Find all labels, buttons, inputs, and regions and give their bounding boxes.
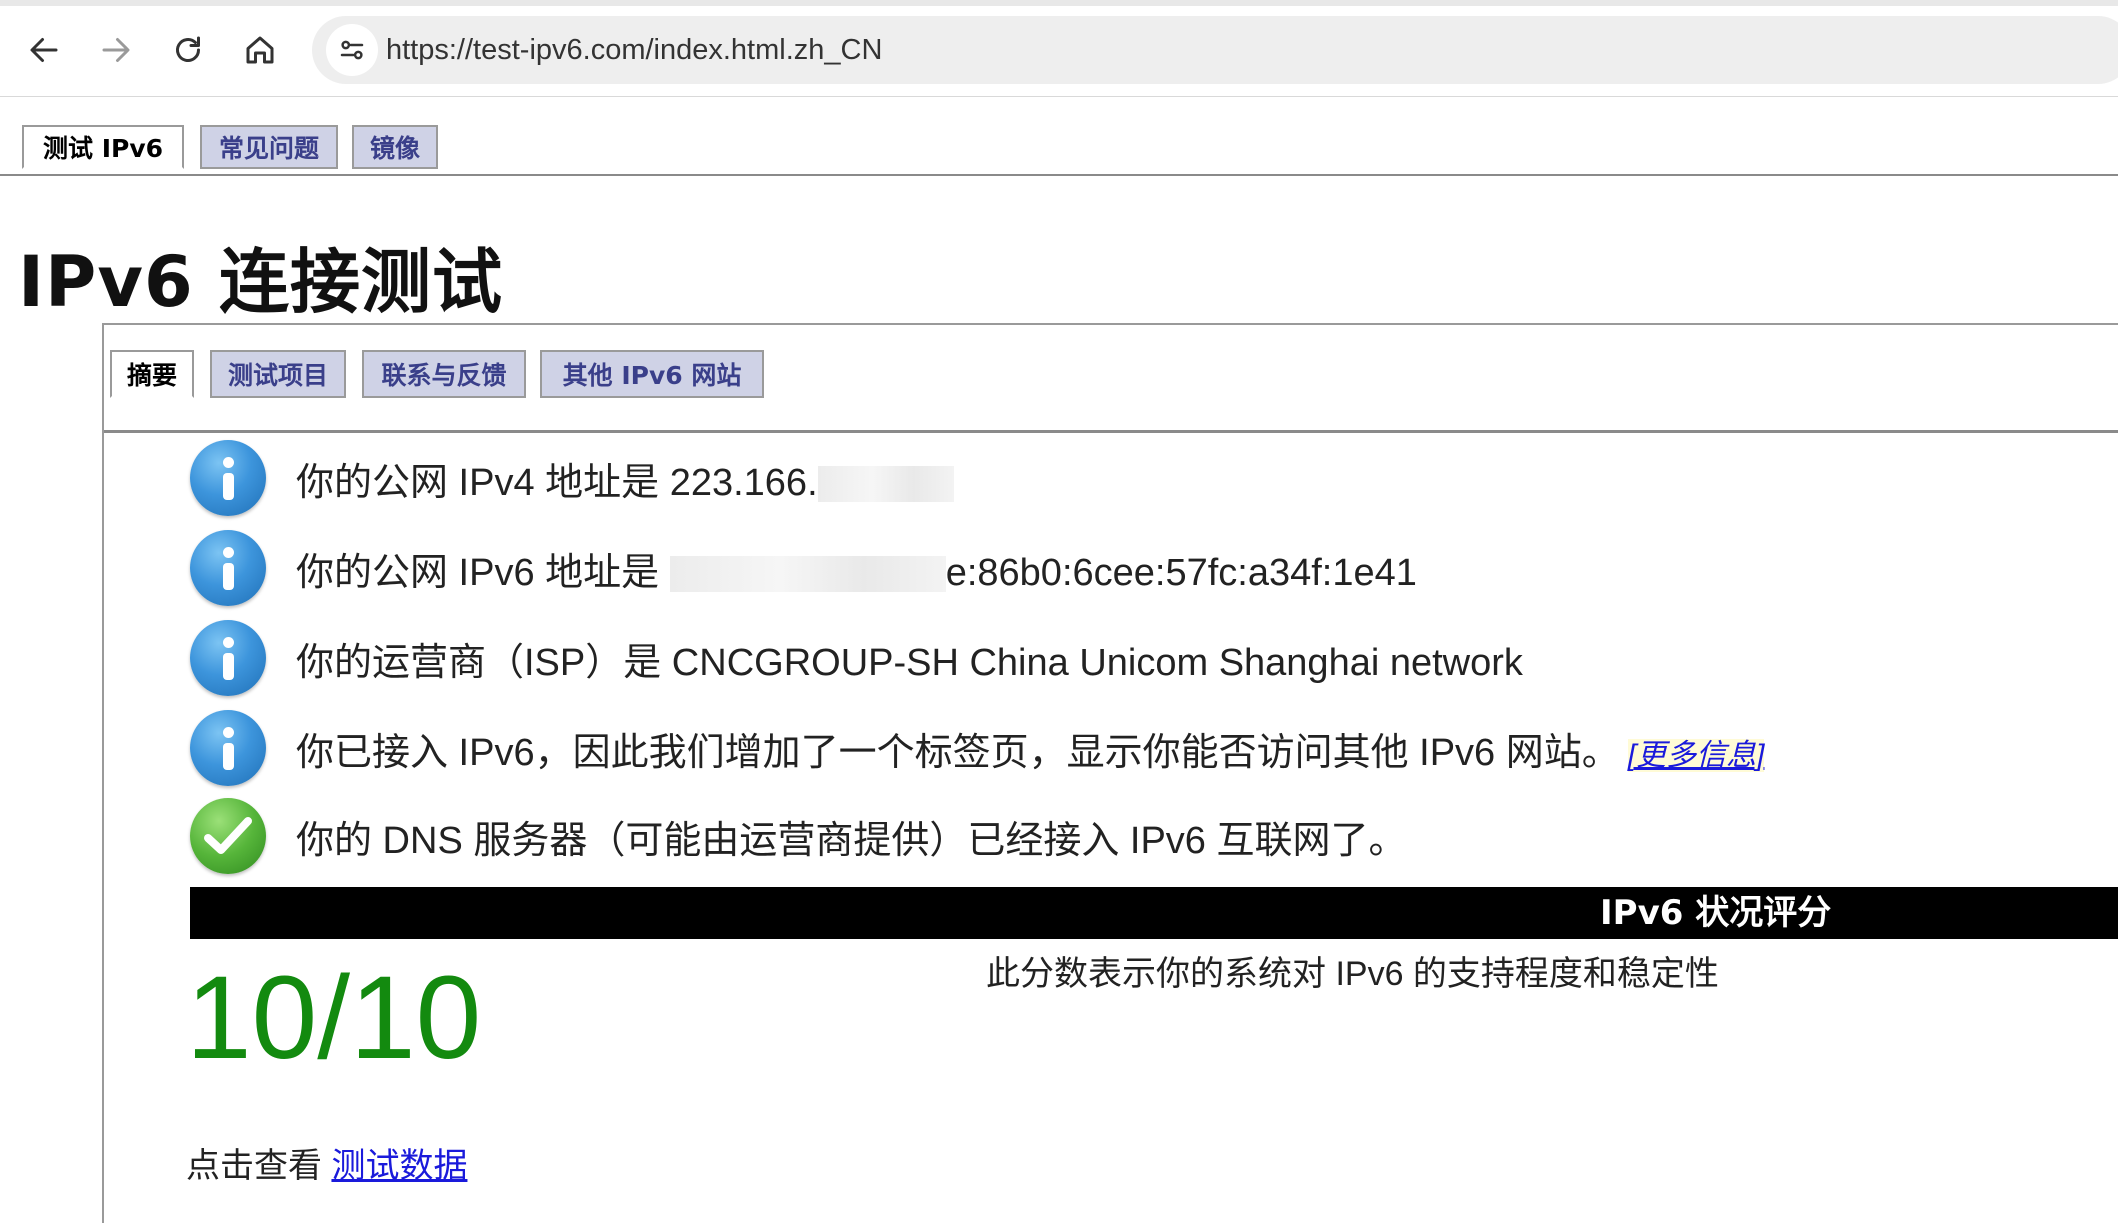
site-info-button[interactable] [326, 24, 378, 76]
info-icon [190, 620, 266, 696]
forward-arrow-icon [102, 38, 130, 62]
ipv4-text: 你的公网 IPv4 地址是 223.166. [296, 461, 818, 504]
ipv6-suffix: e:86b0:6cee:57fc:a34f:1e41 [945, 551, 1417, 594]
window-top-edge [0, 0, 2118, 6]
more-info-link[interactable]: [更多信息] [1627, 738, 1765, 772]
check-icon [190, 798, 266, 874]
result-row-ipv6: 你的公网 IPv6 地址是 e:86b0:6cee:57fc:a34f:1e41 [190, 528, 1417, 608]
isp-text: 你的运营商（ISP）是 CNCGROUP-SH China Unicom Sha… [296, 641, 1523, 684]
score-description: 此分数表示你的系统对 IPv6 的支持程度和稳定性 [986, 955, 1719, 993]
forward-button[interactable] [88, 22, 144, 78]
tune-icon [340, 40, 364, 60]
address-bar[interactable]: https://test-ipv6.com/index.html.zh_CN [312, 16, 2118, 84]
reload-button[interactable] [160, 22, 216, 78]
page-title: IPv6 连接测试 [18, 241, 504, 323]
subtab-other-ipv6-sites[interactable]: 其他 IPv6 网站 [540, 350, 764, 398]
tabs-divider [0, 174, 2118, 176]
info-icon [190, 710, 266, 786]
back-button[interactable] [16, 22, 72, 78]
redacted-ipv6-middle [669, 556, 946, 593]
score-value: 10/10 [186, 952, 482, 1084]
result-row-isp: 你的运营商（ISP）是 CNCGROUP-SH China Unicom Sha… [190, 618, 1523, 698]
browser-toolbar: https://test-ipv6.com/index.html.zh_CN [0, 0, 2118, 97]
home-button[interactable] [232, 22, 288, 78]
info-icon [190, 530, 266, 606]
ipv6-prefix: 你的公网 IPv6 地址是 [296, 551, 670, 594]
reload-icon [176, 36, 200, 62]
home-icon [246, 36, 274, 64]
tab-mirrors[interactable]: 镜像 [352, 125, 438, 169]
view-test-data-prefix: 点击查看 [186, 1147, 332, 1185]
dns-text: 你的 DNS 服务器（可能由运营商提供）已经接入 IPv6 互联网了。 [296, 819, 1407, 862]
back-arrow-icon [30, 38, 58, 62]
subtab-tests[interactable]: 测试项目 [210, 350, 346, 398]
url-text[interactable]: https://test-ipv6.com/index.html.zh_CN [386, 16, 882, 84]
test-data-link[interactable]: 测试数据 [331, 1147, 467, 1185]
result-row-ipv4: 你的公网 IPv4 地址是 223.166. [190, 438, 954, 518]
tab-faq[interactable]: 常见问题 [200, 125, 338, 169]
tab-test-ipv6[interactable]: 测试 IPv6 [22, 125, 184, 169]
score-header-bar: IPv6 状况评分 [190, 887, 2118, 939]
view-test-data-line: 点击查看 测试数据 [186, 1138, 467, 1187]
result-row-ipv6-tab-notice: 你已接入 IPv6，因此我们增加了一个标签页，显示你能否访问其他 IPv6 网站… [190, 708, 1765, 788]
redacted-ipv4-suffix [817, 466, 954, 503]
ipv6-tab-notice-text: 你已接入 IPv6，因此我们增加了一个标签页，显示你能否访问其他 IPv6 网站… [296, 731, 1620, 774]
result-row-dns: 你的 DNS 服务器（可能由运营商提供）已经接入 IPv6 互联网了。 [190, 796, 1407, 876]
score-header-title: IPv6 状况评分 [1600, 893, 1832, 933]
subtab-contact[interactable]: 联系与反馈 [362, 350, 526, 398]
info-icon [190, 440, 266, 516]
subtab-summary[interactable]: 摘要 [110, 350, 194, 398]
subtabs-divider [104, 430, 2118, 433]
